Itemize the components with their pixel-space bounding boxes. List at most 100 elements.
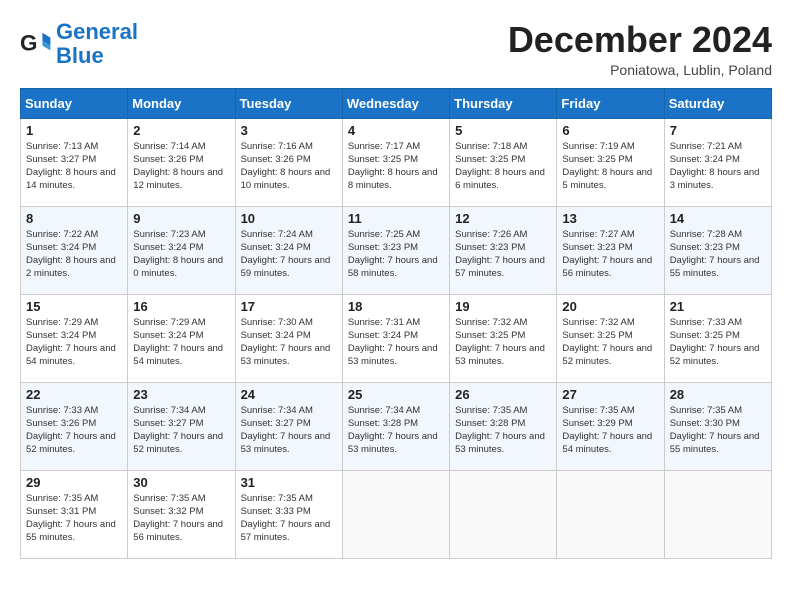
- logo-text-line1: General: [56, 20, 138, 44]
- day-info: Sunrise: 7:35 AMSunset: 3:31 PMDaylight:…: [26, 492, 122, 545]
- calendar-cell: 25 Sunrise: 7:34 AMSunset: 3:28 PMDayligh…: [342, 382, 449, 470]
- day-number: 27: [562, 387, 658, 402]
- page-header: G General Blue December 2024 Poniatowa, …: [20, 20, 772, 78]
- day-info: Sunrise: 7:29 AMSunset: 3:24 PMDaylight:…: [133, 316, 229, 369]
- calendar-cell: 27 Sunrise: 7:35 AMSunset: 3:29 PMDayligh…: [557, 382, 664, 470]
- calendar-cell: 16 Sunrise: 7:29 AMSunset: 3:24 PMDayligh…: [128, 294, 235, 382]
- day-number: 1: [26, 123, 122, 138]
- calendar-cell: 31 Sunrise: 7:35 AMSunset: 3:33 PMDayligh…: [235, 470, 342, 558]
- day-number: 19: [455, 299, 551, 314]
- day-info: Sunrise: 7:19 AMSunset: 3:25 PMDaylight:…: [562, 140, 658, 193]
- header-tuesday: Tuesday: [235, 88, 342, 118]
- calendar-cell: 20 Sunrise: 7:32 AMSunset: 3:25 PMDayligh…: [557, 294, 664, 382]
- day-number: 22: [26, 387, 122, 402]
- day-number: 10: [241, 211, 337, 226]
- day-number: 13: [562, 211, 658, 226]
- day-info: Sunrise: 7:35 AMSunset: 3:32 PMDaylight:…: [133, 492, 229, 545]
- logo-text-line2: Blue: [56, 44, 138, 68]
- day-number: 16: [133, 299, 229, 314]
- day-number: 26: [455, 387, 551, 402]
- day-info: Sunrise: 7:29 AMSunset: 3:24 PMDaylight:…: [26, 316, 122, 369]
- day-info: Sunrise: 7:14 AMSunset: 3:26 PMDaylight:…: [133, 140, 229, 193]
- day-info: Sunrise: 7:35 AMSunset: 3:28 PMDaylight:…: [455, 404, 551, 457]
- day-number: 30: [133, 475, 229, 490]
- day-number: 2: [133, 123, 229, 138]
- day-info: Sunrise: 7:22 AMSunset: 3:24 PMDaylight:…: [26, 228, 122, 281]
- calendar-cell: 7 Sunrise: 7:21 AMSunset: 3:24 PMDaylight…: [664, 118, 771, 206]
- calendar-cell: 23Sunrise: 7:34 AMSunset: 3:27 PMDayligh…: [128, 382, 235, 470]
- day-number: 3: [241, 123, 337, 138]
- calendar-week-4: 22 Sunrise: 7:33 AMSunset: 3:26 PMDayligh…: [21, 382, 772, 470]
- calendar-week-3: 15 Sunrise: 7:29 AMSunset: 3:24 PMDayligh…: [21, 294, 772, 382]
- day-info: Sunrise: 7:30 AMSunset: 3:24 PMDaylight:…: [241, 316, 337, 369]
- calendar-cell: 13 Sunrise: 7:27 AMSunset: 3:23 PMDayligh…: [557, 206, 664, 294]
- day-number: 12: [455, 211, 551, 226]
- day-info: Sunrise: 7:31 AMSunset: 3:24 PMDaylight:…: [348, 316, 444, 369]
- day-info: Sunrise: 7:21 AMSunset: 3:24 PMDaylight:…: [670, 140, 766, 193]
- calendar-body: 1Sunrise: 7:13 AMSunset: 3:27 PMDaylight…: [21, 118, 772, 558]
- day-number: 18: [348, 299, 444, 314]
- day-info: Sunrise: 7:27 AMSunset: 3:23 PMDaylight:…: [562, 228, 658, 281]
- day-number: 21: [670, 299, 766, 314]
- calendar-cell: 1Sunrise: 7:13 AMSunset: 3:27 PMDaylight…: [21, 118, 128, 206]
- day-number: 23: [133, 387, 229, 402]
- day-info: Sunrise: 7:33 AMSunset: 3:26 PMDaylight:…: [26, 404, 122, 457]
- calendar-cell: [450, 470, 557, 558]
- day-info: Sunrise: 7:32 AMSunset: 3:25 PMDaylight:…: [562, 316, 658, 369]
- day-number: 7: [670, 123, 766, 138]
- day-info: Sunrise: 7:33 AMSunset: 3:25 PMDaylight:…: [670, 316, 766, 369]
- day-number: 29: [26, 475, 122, 490]
- calendar-cell: 5 Sunrise: 7:18 AMSunset: 3:25 PMDaylight…: [450, 118, 557, 206]
- calendar-week-5: 29 Sunrise: 7:35 AMSunset: 3:31 PMDayligh…: [21, 470, 772, 558]
- logo-icon: G: [20, 28, 52, 60]
- calendar-cell: 15 Sunrise: 7:29 AMSunset: 3:24 PMDayligh…: [21, 294, 128, 382]
- day-number: 15: [26, 299, 122, 314]
- day-number: 6: [562, 123, 658, 138]
- calendar-cell: [557, 470, 664, 558]
- calendar-cell: 8Sunrise: 7:22 AMSunset: 3:24 PMDaylight…: [21, 206, 128, 294]
- header-thursday: Thursday: [450, 88, 557, 118]
- header-monday: Monday: [128, 88, 235, 118]
- calendar-cell: 26 Sunrise: 7:35 AMSunset: 3:28 PMDayligh…: [450, 382, 557, 470]
- header-saturday: Saturday: [664, 88, 771, 118]
- day-info: Sunrise: 7:18 AMSunset: 3:25 PMDaylight:…: [455, 140, 551, 193]
- day-info: Sunrise: 7:26 AMSunset: 3:23 PMDaylight:…: [455, 228, 551, 281]
- day-number: 5: [455, 123, 551, 138]
- title-block: December 2024 Poniatowa, Lublin, Poland: [508, 20, 772, 78]
- day-info: Sunrise: 7:35 AMSunset: 3:30 PMDaylight:…: [670, 404, 766, 457]
- day-info: Sunrise: 7:25 AMSunset: 3:23 PMDaylight:…: [348, 228, 444, 281]
- calendar-cell: 28 Sunrise: 7:35 AMSunset: 3:30 PMDayligh…: [664, 382, 771, 470]
- day-info: Sunrise: 7:34 AMSunset: 3:27 PMDaylight:…: [241, 404, 337, 457]
- day-info: Sunrise: 7:24 AMSunset: 3:24 PMDaylight:…: [241, 228, 337, 281]
- calendar-cell: 2 Sunrise: 7:14 AMSunset: 3:26 PMDaylight…: [128, 118, 235, 206]
- calendar-cell: 11 Sunrise: 7:25 AMSunset: 3:23 PMDayligh…: [342, 206, 449, 294]
- day-number: 20: [562, 299, 658, 314]
- day-info: Sunrise: 7:35 AMSunset: 3:29 PMDaylight:…: [562, 404, 658, 457]
- calendar-cell: 21 Sunrise: 7:33 AMSunset: 3:25 PMDayligh…: [664, 294, 771, 382]
- day-number: 25: [348, 387, 444, 402]
- day-info: Sunrise: 7:17 AMSunset: 3:25 PMDaylight:…: [348, 140, 444, 193]
- day-number: 31: [241, 475, 337, 490]
- calendar-cell: [342, 470, 449, 558]
- day-number: 4: [348, 123, 444, 138]
- day-info: Sunrise: 7:35 AMSunset: 3:33 PMDaylight:…: [241, 492, 337, 545]
- day-number: 28: [670, 387, 766, 402]
- day-info: Sunrise: 7:23 AMSunset: 3:24 PMDaylight:…: [133, 228, 229, 281]
- day-info: Sunrise: 7:16 AMSunset: 3:26 PMDaylight:…: [241, 140, 337, 193]
- location-subtitle: Poniatowa, Lublin, Poland: [508, 62, 772, 78]
- header-sunday: Sunday: [21, 88, 128, 118]
- day-info: Sunrise: 7:34 AMSunset: 3:28 PMDaylight:…: [348, 404, 444, 457]
- calendar-header-row: SundayMondayTuesdayWednesdayThursdayFrid…: [21, 88, 772, 118]
- calendar-cell: 3 Sunrise: 7:16 AMSunset: 3:26 PMDaylight…: [235, 118, 342, 206]
- logo: G General Blue: [20, 20, 138, 68]
- day-number: 11: [348, 211, 444, 226]
- day-info: Sunrise: 7:28 AMSunset: 3:23 PMDaylight:…: [670, 228, 766, 281]
- day-info: Sunrise: 7:32 AMSunset: 3:25 PMDaylight:…: [455, 316, 551, 369]
- svg-text:G: G: [20, 31, 37, 56]
- calendar-cell: 29 Sunrise: 7:35 AMSunset: 3:31 PMDayligh…: [21, 470, 128, 558]
- day-number: 17: [241, 299, 337, 314]
- calendar-cell: 19 Sunrise: 7:32 AMSunset: 3:25 PMDayligh…: [450, 294, 557, 382]
- calendar-cell: 18 Sunrise: 7:31 AMSunset: 3:24 PMDayligh…: [342, 294, 449, 382]
- calendar-cell: 10 Sunrise: 7:24 AMSunset: 3:24 PMDayligh…: [235, 206, 342, 294]
- calendar-cell: 4 Sunrise: 7:17 AMSunset: 3:25 PMDaylight…: [342, 118, 449, 206]
